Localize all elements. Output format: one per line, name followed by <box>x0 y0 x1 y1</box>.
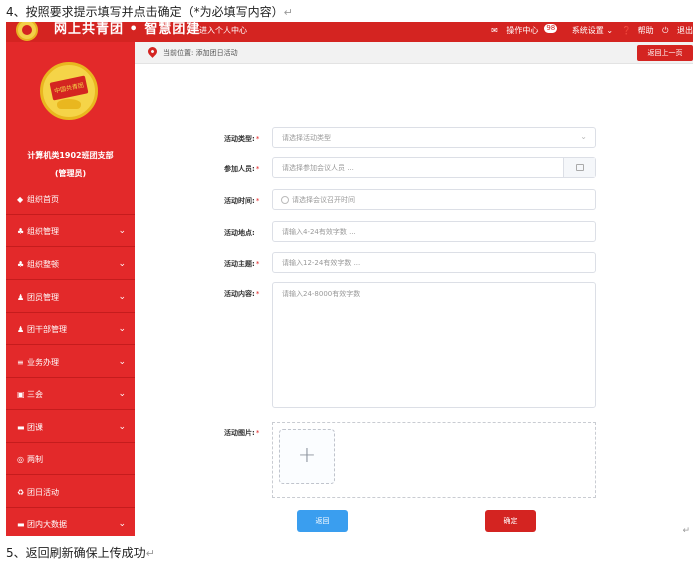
participants-input[interactable]: 请选择参加会议人员 ... <box>272 157 596 178</box>
members-icon: ♟ <box>17 293 25 302</box>
chevron-down-icon: ⌄ <box>118 357 126 367</box>
upload-button[interactable]: + <box>279 429 335 484</box>
sidebar-item-big-data[interactable]: ▬ 团内大数据 ⌄ <box>6 509 135 536</box>
sidebar-item-org-rectify[interactable]: ♣ 组织整顿 ⌄ <box>6 249 135 280</box>
top-bar: 网上共青团 • 智慧团建 进入个人中心 ✉ 操作中心 98 系统设置 ⌄ ❓ 帮助 … <box>6 22 693 42</box>
home-icon: ◆ <box>17 195 24 204</box>
org-fix-icon: ♣ <box>17 260 25 269</box>
sidebar: 中国共青团 计算机类1902班团支部 (管理员) ◆ 组织首页 ♣ 组织管理 ⌄ ♣ 组… <box>6 42 135 536</box>
breadcrumb: 当前位置: 添加团日活动 返回上一页 <box>135 42 693 64</box>
sidebar-item-org-management[interactable]: ♣ 组织管理 ⌄ <box>6 216 135 247</box>
location-label: 活动地点: <box>224 229 255 237</box>
return-mark-right: ↵ <box>682 526 690 536</box>
content-label: 活动内容:* <box>224 290 260 298</box>
data-icon: ▬ <box>17 520 25 529</box>
org-role: (管理员) <box>54 169 87 178</box>
instruction-step-4: 4、按照要求提示填写并点击确定（*为必填写内容）↵ <box>6 5 293 19</box>
help-link[interactable]: ❓ 帮助 <box>622 26 654 35</box>
edit-icon[interactable] <box>563 158 595 177</box>
plus-icon: + <box>297 443 317 468</box>
app-window: 网上共青团 • 智慧团建 进入个人中心 ✉ 操作中心 98 系统设置 ⌄ ❓ 帮助 … <box>6 22 693 536</box>
lessons-icon: ▬ <box>17 423 25 432</box>
back-button[interactable]: 返回 <box>297 510 348 532</box>
return-mark: ↵ <box>145 547 155 560</box>
location-pin-icon <box>146 45 159 58</box>
operation-center-link[interactable]: ✉ 操作中心 98 <box>491 24 558 35</box>
theme-input[interactable]: 请输入12-24有效字数 ... <box>272 252 596 273</box>
org-icon: ♣ <box>17 227 25 236</box>
system-icon: ◎ <box>17 455 24 464</box>
brand-title: 网上共青团 • 智慧团建 <box>54 22 201 37</box>
return-mark: ↵ <box>283 6 293 19</box>
cadres-icon: ♟ <box>17 325 25 334</box>
chevron-down-icon: ⌄ <box>118 226 126 236</box>
breadcrumb-text: 当前位置: 添加团日活动 <box>163 49 238 57</box>
participants-label: 参加人员:* <box>224 165 260 173</box>
meetings-icon: ▣ <box>17 390 25 399</box>
logout-link[interactable]: ⏻ 退出 <box>662 26 693 35</box>
chevron-down-icon: ⌄ <box>118 389 126 399</box>
org-name: 计算机类1902班团支部 <box>27 151 114 160</box>
chevron-down-icon: ⌄ <box>580 132 587 141</box>
chevron-down-icon: ⌄ <box>118 292 126 302</box>
activity-type-label: 活动类型:* <box>224 135 260 143</box>
clock-icon <box>281 196 289 204</box>
content-textarea[interactable]: 请输入24-8000有效字数 <box>272 282 596 408</box>
confirm-button[interactable]: 确定 <box>485 510 536 532</box>
sidebar-item-members[interactable]: ♟ 团员管理 ⌄ <box>6 282 135 313</box>
sidebar-item-business[interactable]: ≡ 业务办理 ⌄ <box>6 347 135 378</box>
location-input[interactable]: 请输入4-24有效字数 ... <box>272 221 596 242</box>
chevron-down-icon: ⌄ <box>118 422 126 432</box>
activity-type-select[interactable]: 请选择活动类型 ⌄ <box>272 127 596 148</box>
theme-label: 活动主题:* <box>224 260 260 268</box>
league-emblem-icon <box>16 22 38 41</box>
images-label: 活动图片:* <box>224 429 260 437</box>
system-settings-link[interactable]: 系统设置 ⌄ <box>566 26 613 35</box>
chevron-down-icon: ⌄ <box>118 324 126 334</box>
image-upload-area: + <box>272 422 596 498</box>
sidebar-item-two-systems[interactable]: ◎ 两制 <box>6 444 135 475</box>
chevron-down-icon: ⌄ <box>118 519 126 529</box>
league-logo-icon: 中国共青团 <box>40 62 98 120</box>
personal-center-link[interactable]: 进入个人中心 <box>199 26 247 36</box>
activity-icon: ♻ <box>17 488 25 497</box>
activity-time-label: 活动时间:* <box>224 197 260 205</box>
top-actions: ✉ 操作中心 98 系统设置 ⌄ ❓ 帮助 ⏻ 退出 <box>485 24 693 36</box>
sidebar-item-activities[interactable]: ♻ 团日活动 <box>6 477 135 508</box>
activity-time-picker[interactable]: 请选择会议召开时间 <box>272 189 596 210</box>
sidebar-item-meetings[interactable]: ▣ 三会 ⌄ <box>6 379 135 410</box>
sidebar-item-lessons[interactable]: ▬ 团课 ⌄ <box>6 412 135 443</box>
sidebar-item-cadres[interactable]: ♟ 团干部管理 ⌄ <box>6 314 135 345</box>
notification-badge: 98 <box>544 24 558 33</box>
back-to-previous-button[interactable]: 返回上一页 <box>637 45 693 61</box>
instruction-step-5: 5、返回刷新确保上传成功↵ <box>6 546 155 560</box>
business-icon: ≡ <box>17 358 24 367</box>
chevron-down-icon: ⌄ <box>118 259 126 269</box>
main-content: 当前位置: 添加团日活动 返回上一页 活动类型:* 请选择活动类型 ⌄ 参加人员… <box>135 42 693 536</box>
sidebar-item-home[interactable]: ◆ 组织首页 <box>6 184 135 215</box>
